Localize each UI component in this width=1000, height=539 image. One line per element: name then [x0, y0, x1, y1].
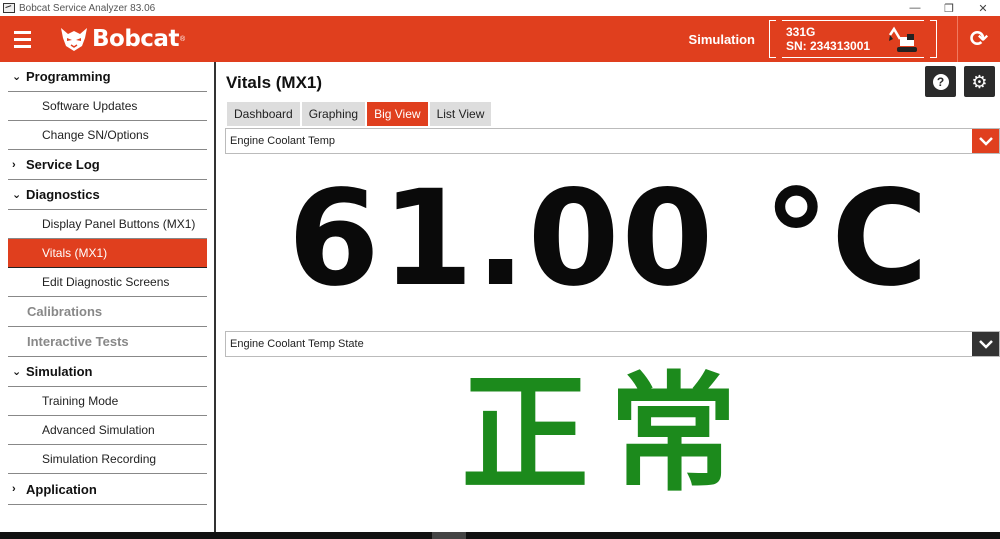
- help-icon: ?: [932, 73, 949, 90]
- tab-list-view[interactable]: List View: [429, 102, 492, 126]
- minimize-button[interactable]: —: [898, 2, 932, 14]
- sidebar-item-simulation-recording[interactable]: Simulation Recording: [8, 445, 207, 474]
- taskbar: [0, 532, 1000, 539]
- sidebar-label: Programming: [26, 69, 111, 84]
- tab-dashboard[interactable]: Dashboard: [227, 102, 300, 126]
- window-titlebar: Bobcat Service Analyzer 83.06 — ❐ ✕: [0, 0, 1000, 16]
- sidebar-item-vitals[interactable]: Vitals (MX1): [8, 239, 207, 268]
- chevron-right-icon: ›: [12, 483, 16, 495]
- sidebar-item-advanced-simulation[interactable]: Advanced Simulation: [8, 416, 207, 445]
- tab-big-view[interactable]: Big View: [367, 102, 428, 126]
- sidebar-item-training-mode[interactable]: Training Mode: [8, 387, 207, 416]
- big-state-display: 正常: [460, 360, 757, 509]
- parameter-select-value: Engine Coolant Temp: [230, 135, 335, 147]
- sidebar-section-programming[interactable]: ⌄ Programming: [8, 62, 207, 92]
- sidebar-item-software-updates[interactable]: Software Updates: [8, 92, 207, 121]
- close-button[interactable]: ✕: [966, 2, 1000, 15]
- page-title: Vitals (MX1): [226, 73, 323, 92]
- sidebar-item-change-sn[interactable]: Change SN/Options: [8, 121, 207, 150]
- settings-button[interactable]: ⚙: [964, 66, 995, 97]
- sidebar-label: Simulation: [26, 364, 93, 379]
- view-tabs: Dashboard Graphing Big View List View: [227, 102, 492, 126]
- state-select-value: Engine Coolant Temp State: [230, 338, 364, 350]
- sidebar-section-diagnostics[interactable]: ⌄ Diagnostics: [8, 180, 207, 210]
- gear-icon: ⚙: [971, 71, 988, 92]
- sidebar-label: Application: [26, 481, 97, 497]
- sidebar-section-calibrations[interactable]: Calibrations: [8, 297, 207, 327]
- chevron-down-icon[interactable]: [972, 332, 999, 356]
- machine-info[interactable]: 331G SN: 234313001: [769, 19, 937, 59]
- state-parameter-select[interactable]: Engine Coolant Temp State: [225, 331, 1000, 357]
- help-button[interactable]: ?: [925, 66, 956, 97]
- bobcat-logo: Bobcat ®: [58, 26, 185, 52]
- chevron-down-icon: ⌄: [12, 71, 22, 83]
- sidebar-section-interactive-tests[interactable]: Interactive Tests: [8, 327, 207, 357]
- chevron-right-icon: ›: [12, 158, 16, 171]
- sidebar-label: Diagnostics: [26, 187, 100, 202]
- excavator-icon: [888, 26, 917, 52]
- mode-label: Simulation: [688, 31, 755, 47]
- sidebar-item-edit-diagnostic[interactable]: Edit Diagnostic Screens: [8, 268, 207, 297]
- brand-name: Bobcat: [92, 26, 179, 52]
- sidebar-section-simulation[interactable]: ⌄ Simulation: [8, 357, 207, 387]
- sidebar-item-display-panel[interactable]: Display Panel Buttons (MX1): [8, 210, 207, 239]
- window-title: Bobcat Service Analyzer 83.06: [19, 2, 156, 14]
- chevron-down-icon[interactable]: [972, 129, 999, 153]
- chevron-down-icon: ⌄: [12, 189, 22, 201]
- machine-serial: SN: 234313001: [786, 39, 871, 53]
- sidebar-label: Service Log: [26, 157, 100, 172]
- big-value-display: 61.00 °C: [287, 162, 931, 316]
- sidebar-nav: ⌄ Programming Software Updates Change SN/…: [0, 62, 216, 532]
- machine-model: 331G: [786, 25, 816, 39]
- main-content: Vitals (MX1) ? ⚙ Dashboard Graphing Big …: [218, 62, 1000, 532]
- sidebar-section-service-log[interactable]: › Service Log: [8, 150, 207, 180]
- app-icon: [3, 3, 15, 13]
- refresh-icon[interactable]: ⟳: [958, 16, 1000, 62]
- chevron-down-icon: ⌄: [12, 366, 22, 378]
- parameter-select[interactable]: Engine Coolant Temp: [225, 128, 1000, 154]
- sidebar-section-application[interactable]: › Application: [8, 474, 207, 505]
- registered-mark: ®: [179, 35, 186, 43]
- taskbar-item[interactable]: [432, 532, 466, 539]
- restore-button[interactable]: ❐: [932, 2, 966, 15]
- tab-graphing[interactable]: Graphing: [301, 102, 366, 126]
- hamburger-menu-icon[interactable]: [0, 16, 44, 62]
- bobcat-head-icon: [61, 28, 87, 51]
- app-header: Bobcat ® Simulation 331G SN: 234313001 ⟳: [0, 16, 1000, 62]
